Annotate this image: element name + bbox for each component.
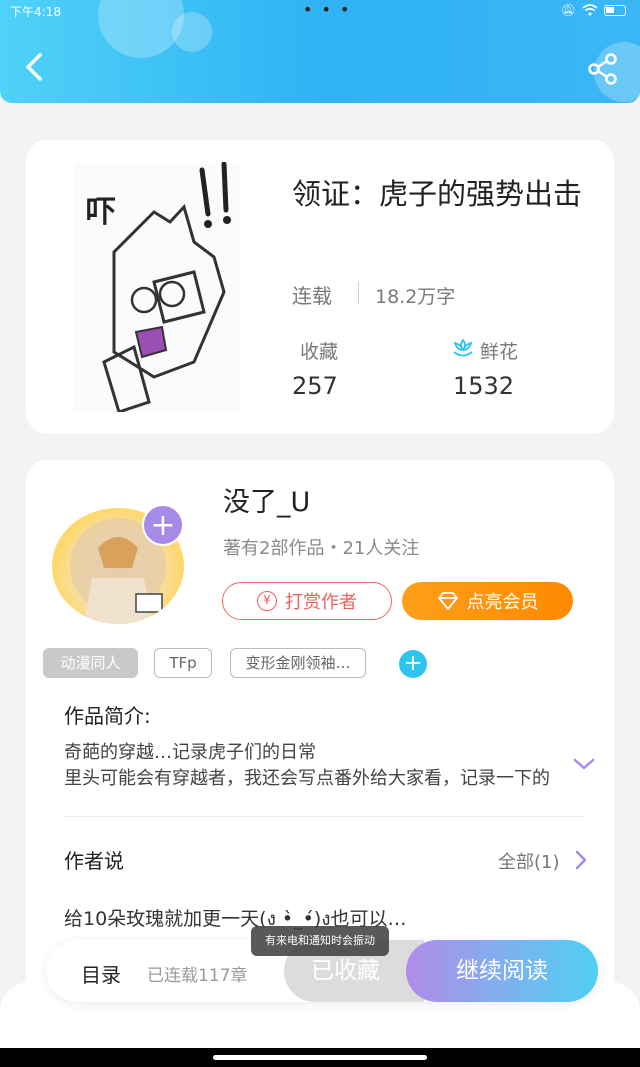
author-name[interactable]: 没了_U [223, 480, 310, 519]
diamond-icon [437, 592, 458, 610]
status-icons: 🔕︎ [561, 3, 626, 17]
back-icon[interactable] [18, 50, 52, 84]
author-say-all-link[interactable]: 全部(1) [498, 848, 560, 874]
book-cover[interactable]: 吓 [74, 161, 240, 414]
favorites-count: 257 [292, 372, 338, 400]
chevron-right-icon[interactable] [574, 849, 588, 871]
vip-button[interactable]: 点亮会员 [402, 582, 573, 620]
mute-icon: 🔕︎ [560, 3, 576, 17]
follow-author-button[interactable]: + [142, 504, 184, 546]
favorites-label: 收藏 [300, 341, 339, 363]
toast: 有来电和通知时会振动 [251, 926, 389, 956]
status-dots: • • • [303, 0, 352, 19]
author-meta: 著有2部作品・21人关注 [223, 538, 420, 559]
decor-bubble [98, 0, 184, 58]
tag-anime-fanfic[interactable]: 动漫同人 [43, 648, 138, 678]
reward-author-label: 打赏作者 [285, 592, 357, 613]
author-say-title: 作者说 [64, 849, 124, 873]
chevron-down-icon[interactable] [572, 756, 596, 772]
book-title: 领证：虎子的强势出击 [292, 177, 583, 211]
reward-author-button[interactable]: ¥ 打赏作者 [222, 582, 392, 620]
divider [358, 282, 359, 304]
intro-line: 奇葩的穿越…记录虎子们的日常 [64, 742, 316, 763]
tag-transformers[interactable]: 变形金刚领袖… [230, 648, 366, 678]
intro-title: 作品简介: [64, 704, 151, 728]
intro-text[interactable]: 奇葩的穿越…记录虎子们的日常 里头可能会有穿越者，我还会写点番外给大家看，记录一… [64, 740, 564, 792]
toc-button[interactable]: 目录 [81, 959, 121, 988]
flower-icon [453, 338, 473, 357]
decor-bubble [172, 12, 212, 52]
continue-reading-button[interactable]: 继续阅读 [406, 940, 598, 1002]
chapter-count: 已连载117章 [147, 966, 248, 986]
flowers-count: 1532 [453, 372, 515, 400]
add-tag-button[interactable]: + [399, 650, 427, 678]
header: 下午4:18 • • • 🔕︎ [0, 0, 640, 103]
cover-text: 吓 [86, 195, 116, 230]
divider [64, 816, 584, 817]
flowers-label: 鲜花 [480, 341, 519, 363]
battery-icon [604, 4, 626, 16]
system-nav-bar [0, 1048, 640, 1067]
book-word-count: 18.2万字 [375, 286, 456, 308]
yen-icon: ¥ [257, 591, 277, 611]
share-icon[interactable] [586, 52, 620, 86]
book-status: 连载 [292, 284, 332, 308]
cover-illustration: 吓 [86, 161, 231, 414]
book-info-card: 吓 领证：虎子的强势出击 连载 18.2万字 收藏 257 鲜花 1532 [26, 140, 614, 434]
home-indicator[interactable] [213, 1055, 427, 1060]
status-time: 下午4:18 [10, 5, 61, 19]
vip-label: 点亮会员 [466, 592, 539, 613]
wifi-icon [582, 4, 598, 16]
intro-line: 里头可能会有穿越者，我还会写点番外给大家看，记录一下的 [64, 768, 550, 789]
tag-tfp[interactable]: TFp [154, 648, 212, 678]
